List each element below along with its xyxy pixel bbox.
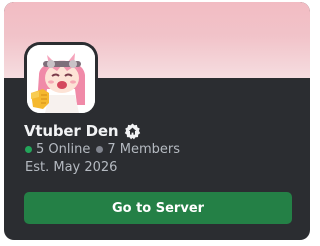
server-name-row: Vtuber Den — [24, 121, 141, 141]
server-stats: 5 Online 7 Members — [25, 142, 180, 157]
established-date: Est. May 2026 — [25, 160, 118, 175]
server-name: Vtuber Den — [24, 122, 119, 140]
server-avatar-image — [27, 45, 95, 113]
member-count: 7 Members — [107, 142, 180, 157]
members-status-dot — [96, 146, 104, 153]
partner-home-icon — [124, 123, 141, 140]
online-count: 5 Online — [36, 142, 91, 157]
server-avatar — [27, 45, 95, 113]
server-invite-card: Vtuber Den 5 Online 7 Members Est. May 2… — [4, 2, 310, 240]
go-to-server-button[interactable]: Go to Server — [24, 192, 292, 224]
server-icon-frame — [24, 42, 98, 116]
online-status-dot — [25, 146, 32, 153]
